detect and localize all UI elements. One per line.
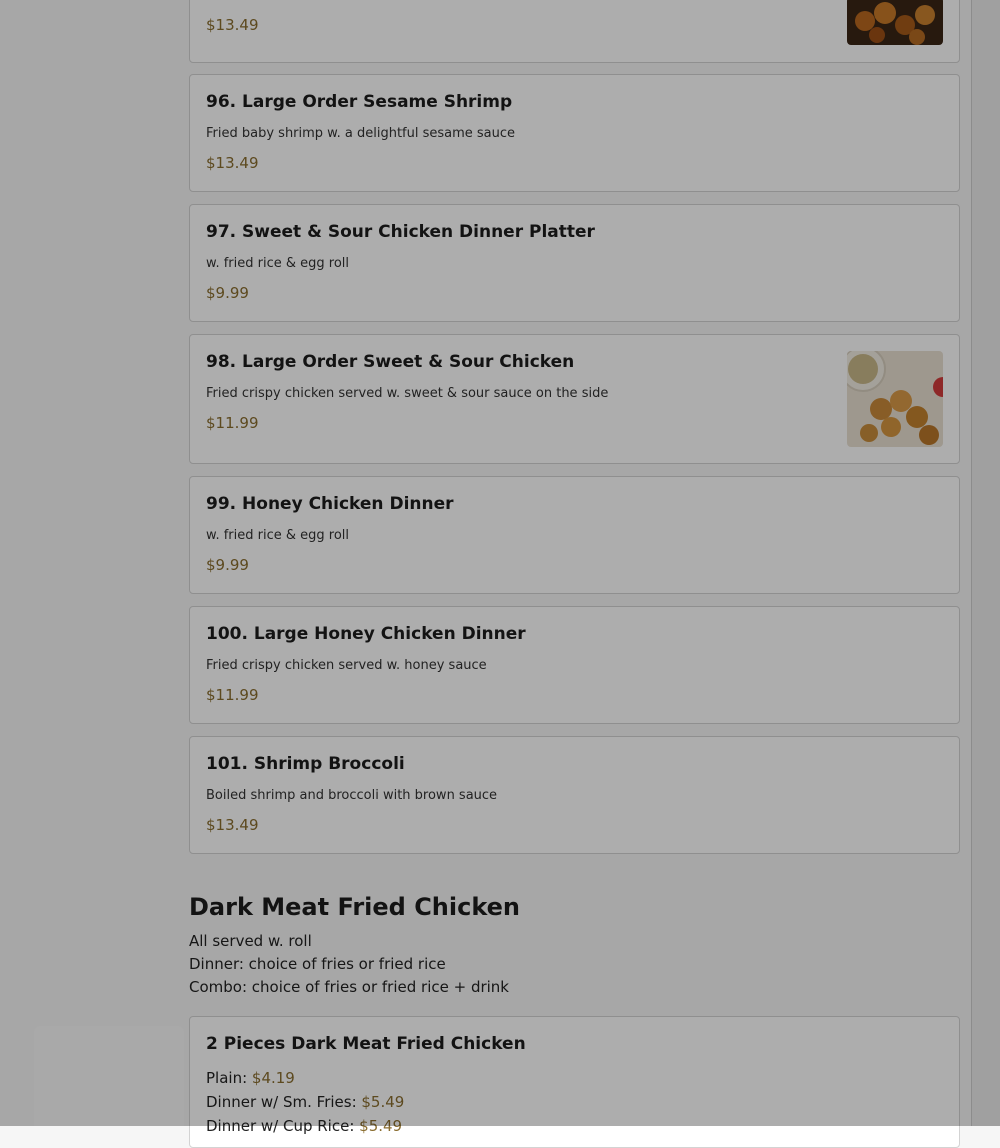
item-name: 99. Honey Chicken Dinner <box>206 494 454 514</box>
item-name: 97. Sweet & Sour Chicken Dinner Platter <box>206 222 595 242</box>
item-description: Fried baby shrimp w. a delightful sesame… <box>206 126 516 141</box>
item-price: $13.49 <box>206 16 259 34</box>
floating-panel-edge <box>34 1026 184 1126</box>
item-option: Plain: $4.19 <box>206 1069 295 1087</box>
sweet-sour-chicken-photo <box>847 351 943 447</box>
item-description: w. fried rice & egg roll <box>206 528 349 543</box>
section-note: Combo: choice of fries or fried rice + d… <box>189 978 509 996</box>
item-price: $11.99 <box>206 686 259 704</box>
item-option: Dinner w/ Cup Rice: $5.49 <box>206 1117 402 1135</box>
scrollbar[interactable] <box>971 0 1000 1126</box>
menu-item-card[interactable]: 2 Pieces Dark Meat Fried Chicken Plain: … <box>189 1016 960 1148</box>
item-option: Dinner w/ Sm. Fries: $5.49 <box>206 1093 404 1111</box>
item-name: 101. Shrimp Broccoli <box>206 754 405 774</box>
menu-item-card[interactable]: 100. Large Honey Chicken Dinner Fried cr… <box>189 606 960 724</box>
menu-item-card[interactable]: 98. Large Order Sweet & Sour Chicken Fri… <box>189 334 960 464</box>
item-description: w. fried rice & egg roll <box>206 256 349 271</box>
section-note: Dinner: choice of fries or fried rice <box>189 955 446 973</box>
item-description: Boiled shrimp and broccoli with brown sa… <box>206 788 498 803</box>
menu-item-card[interactable]: $13.49 <box>189 0 960 63</box>
menu-item-card[interactable]: 97. Sweet & Sour Chicken Dinner Platter … <box>189 204 960 322</box>
item-name: 96. Large Order Sesame Shrimp <box>206 92 513 112</box>
menu-item-card[interactable]: 101. Shrimp Broccoli Boiled shrimp and b… <box>189 736 960 854</box>
item-price: $13.49 <box>206 154 259 172</box>
menu-item-card[interactable]: 96. Large Order Sesame Shrimp Fried baby… <box>189 74 960 192</box>
menu-item-card[interactable]: 99. Honey Chicken Dinner w. fried rice &… <box>189 476 960 594</box>
option-price: $4.19 <box>251 1069 295 1087</box>
option-label: Dinner w/ Cup Rice: <box>206 1117 360 1135</box>
option-label: Plain: <box>206 1069 252 1087</box>
section-note: All served w. roll <box>189 932 312 950</box>
item-name: 98. Large Order Sweet & Sour Chicken <box>206 352 575 372</box>
fried-chicken-photo <box>847 0 943 45</box>
item-price: $9.99 <box>206 556 249 574</box>
option-price: $5.49 <box>361 1093 405 1111</box>
item-price: $9.99 <box>206 284 249 302</box>
item-price: $13.49 <box>206 816 259 834</box>
item-description: Fried crispy chicken served w. sweet & s… <box>206 386 609 401</box>
section-title: Dark Meat Fried Chicken <box>189 893 521 921</box>
option-label: Dinner w/ Sm. Fries: <box>206 1093 362 1111</box>
item-name: 2 Pieces Dark Meat Fried Chicken <box>206 1034 526 1054</box>
item-name: 100. Large Honey Chicken Dinner <box>206 624 526 644</box>
item-price: $11.99 <box>206 414 259 432</box>
item-description: Fried crispy chicken served w. honey sau… <box>206 658 487 673</box>
option-price: $5.49 <box>359 1117 403 1135</box>
